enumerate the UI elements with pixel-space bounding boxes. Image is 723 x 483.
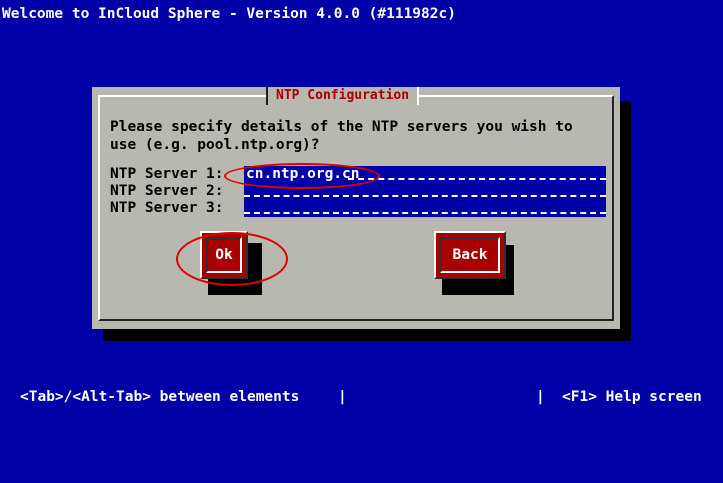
ntp-server-1-label: NTP Server 1: (110, 166, 224, 182)
back-button-label: Back (440, 237, 500, 273)
ntp-server-1-row: NTP Server 1: (110, 166, 608, 183)
status-hint-help: <F1> Help screen (562, 389, 702, 405)
dialog-title: NTP Configuration (266, 87, 420, 105)
dialog-prompt: Please specify details of the NTP server… (110, 118, 600, 154)
prompt-line-1: Please specify details of the NTP server… (110, 119, 573, 135)
ntp-server-2-label: NTP Server 2: (110, 183, 224, 199)
status-separator: | (338, 389, 347, 405)
status-bar: <Tab>/<Alt-Tab> between elements | | <F1… (0, 388, 723, 407)
ok-button-label: Ok (206, 237, 242, 273)
ntp-server-3-label: NTP Server 3: (110, 200, 224, 216)
window-title: Welcome to InCloud Sphere - Version 4.0.… (2, 6, 456, 22)
ntp-configuration-dialog: NTP Configuration Please specify details… (92, 87, 620, 329)
ntp-server-3-row: NTP Server 3: (110, 200, 608, 217)
prompt-line-2: use (e.g. pool.ntp.org)? (110, 137, 320, 153)
ok-button[interactable]: Ok (200, 231, 248, 279)
status-separator: | (536, 389, 545, 405)
back-button[interactable]: Back (434, 231, 506, 279)
ntp-server-2-input[interactable] (244, 183, 606, 200)
ntp-server-3-input[interactable] (244, 200, 606, 217)
ntp-server-2-row: NTP Server 2: (110, 183, 608, 200)
status-hint-navigation: <Tab>/<Alt-Tab> between elements (20, 389, 300, 405)
ntp-server-1-input[interactable] (244, 166, 606, 183)
